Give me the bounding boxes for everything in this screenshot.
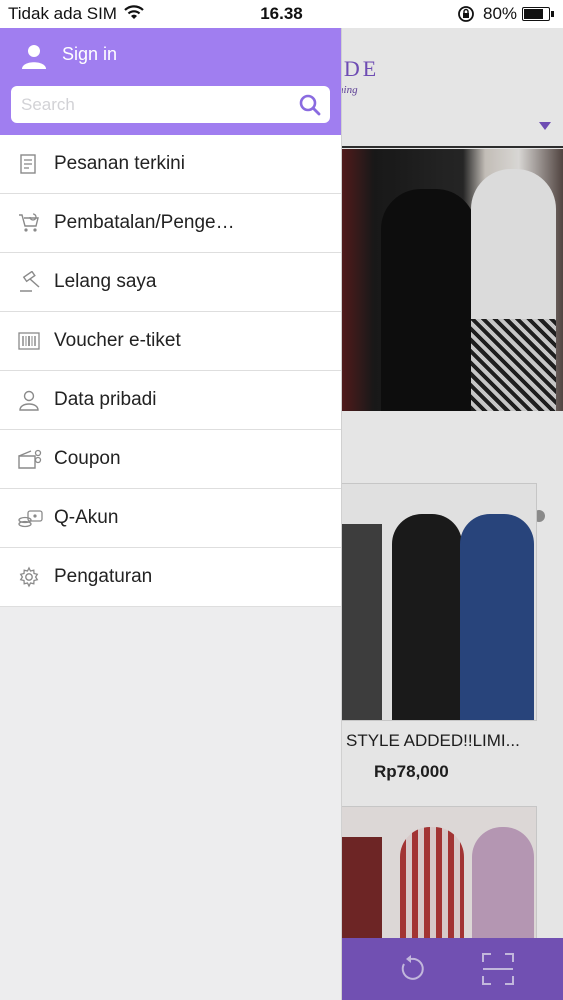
background-page: ADE thing STYLE ADDED!!LIMI... Rp78,000 [341,28,563,1000]
menu-item-label: Q-Akun [54,507,119,528]
menu-item-recent-orders[interactable]: Pesanan terkini [0,135,341,194]
coupon-icon [18,448,42,470]
menu-item-my-auction[interactable]: Lelang saya [0,253,341,312]
menu-item-label: Data pribadi [54,389,157,410]
menu-item-label: Lelang saya [54,271,157,292]
menu-item-cancellation[interactable]: Pembatalan/Penge… [0,194,341,253]
wallet-icon [18,507,43,529]
menu-item-settings[interactable]: Pengaturan [0,548,341,607]
person-icon [18,389,40,411]
menu-item-personal-data[interactable]: Data pribadi [0,371,341,430]
menu-item-q-account[interactable]: Q-Akun [0,489,341,548]
cart-return-icon [18,212,40,234]
status-bar: Tidak ada SIM 16.38 80% [0,0,563,28]
menu-item-label: Voucher e-tiket [54,330,181,351]
menu-item-voucher[interactable]: Voucher e-tiket [0,312,341,371]
gear-icon [18,566,40,588]
rotation-lock-icon [457,5,475,28]
battery-percentage: 80% [483,4,518,23]
search-bar[interactable] [11,86,330,123]
search-input[interactable] [21,86,291,123]
barcode-icon [18,330,40,352]
menu-item-label: Pembatalan/Penge… [54,212,235,233]
side-drawer: Sign in Pesanan terkini Pembatalan/Penge… [0,28,342,1000]
sign-in-link[interactable]: Sign in [62,44,117,65]
dim-overlay[interactable] [341,28,563,1000]
menu-item-label: Coupon [54,448,121,469]
search-icon[interactable] [298,93,322,122]
drawer-header: Sign in [0,28,341,135]
receipt-icon [18,153,40,175]
user-icon[interactable] [20,42,48,75]
menu-item-label: Pesanan terkini [54,153,185,174]
drawer-menu: Pesanan terkini Pembatalan/Penge… Lelang… [0,135,341,607]
battery-icon [522,7,554,21]
clock: 16.38 [260,4,303,23]
menu-item-label: Pengaturan [54,566,153,587]
menu-item-coupon[interactable]: Coupon [0,430,341,489]
gavel-icon [18,270,40,293]
